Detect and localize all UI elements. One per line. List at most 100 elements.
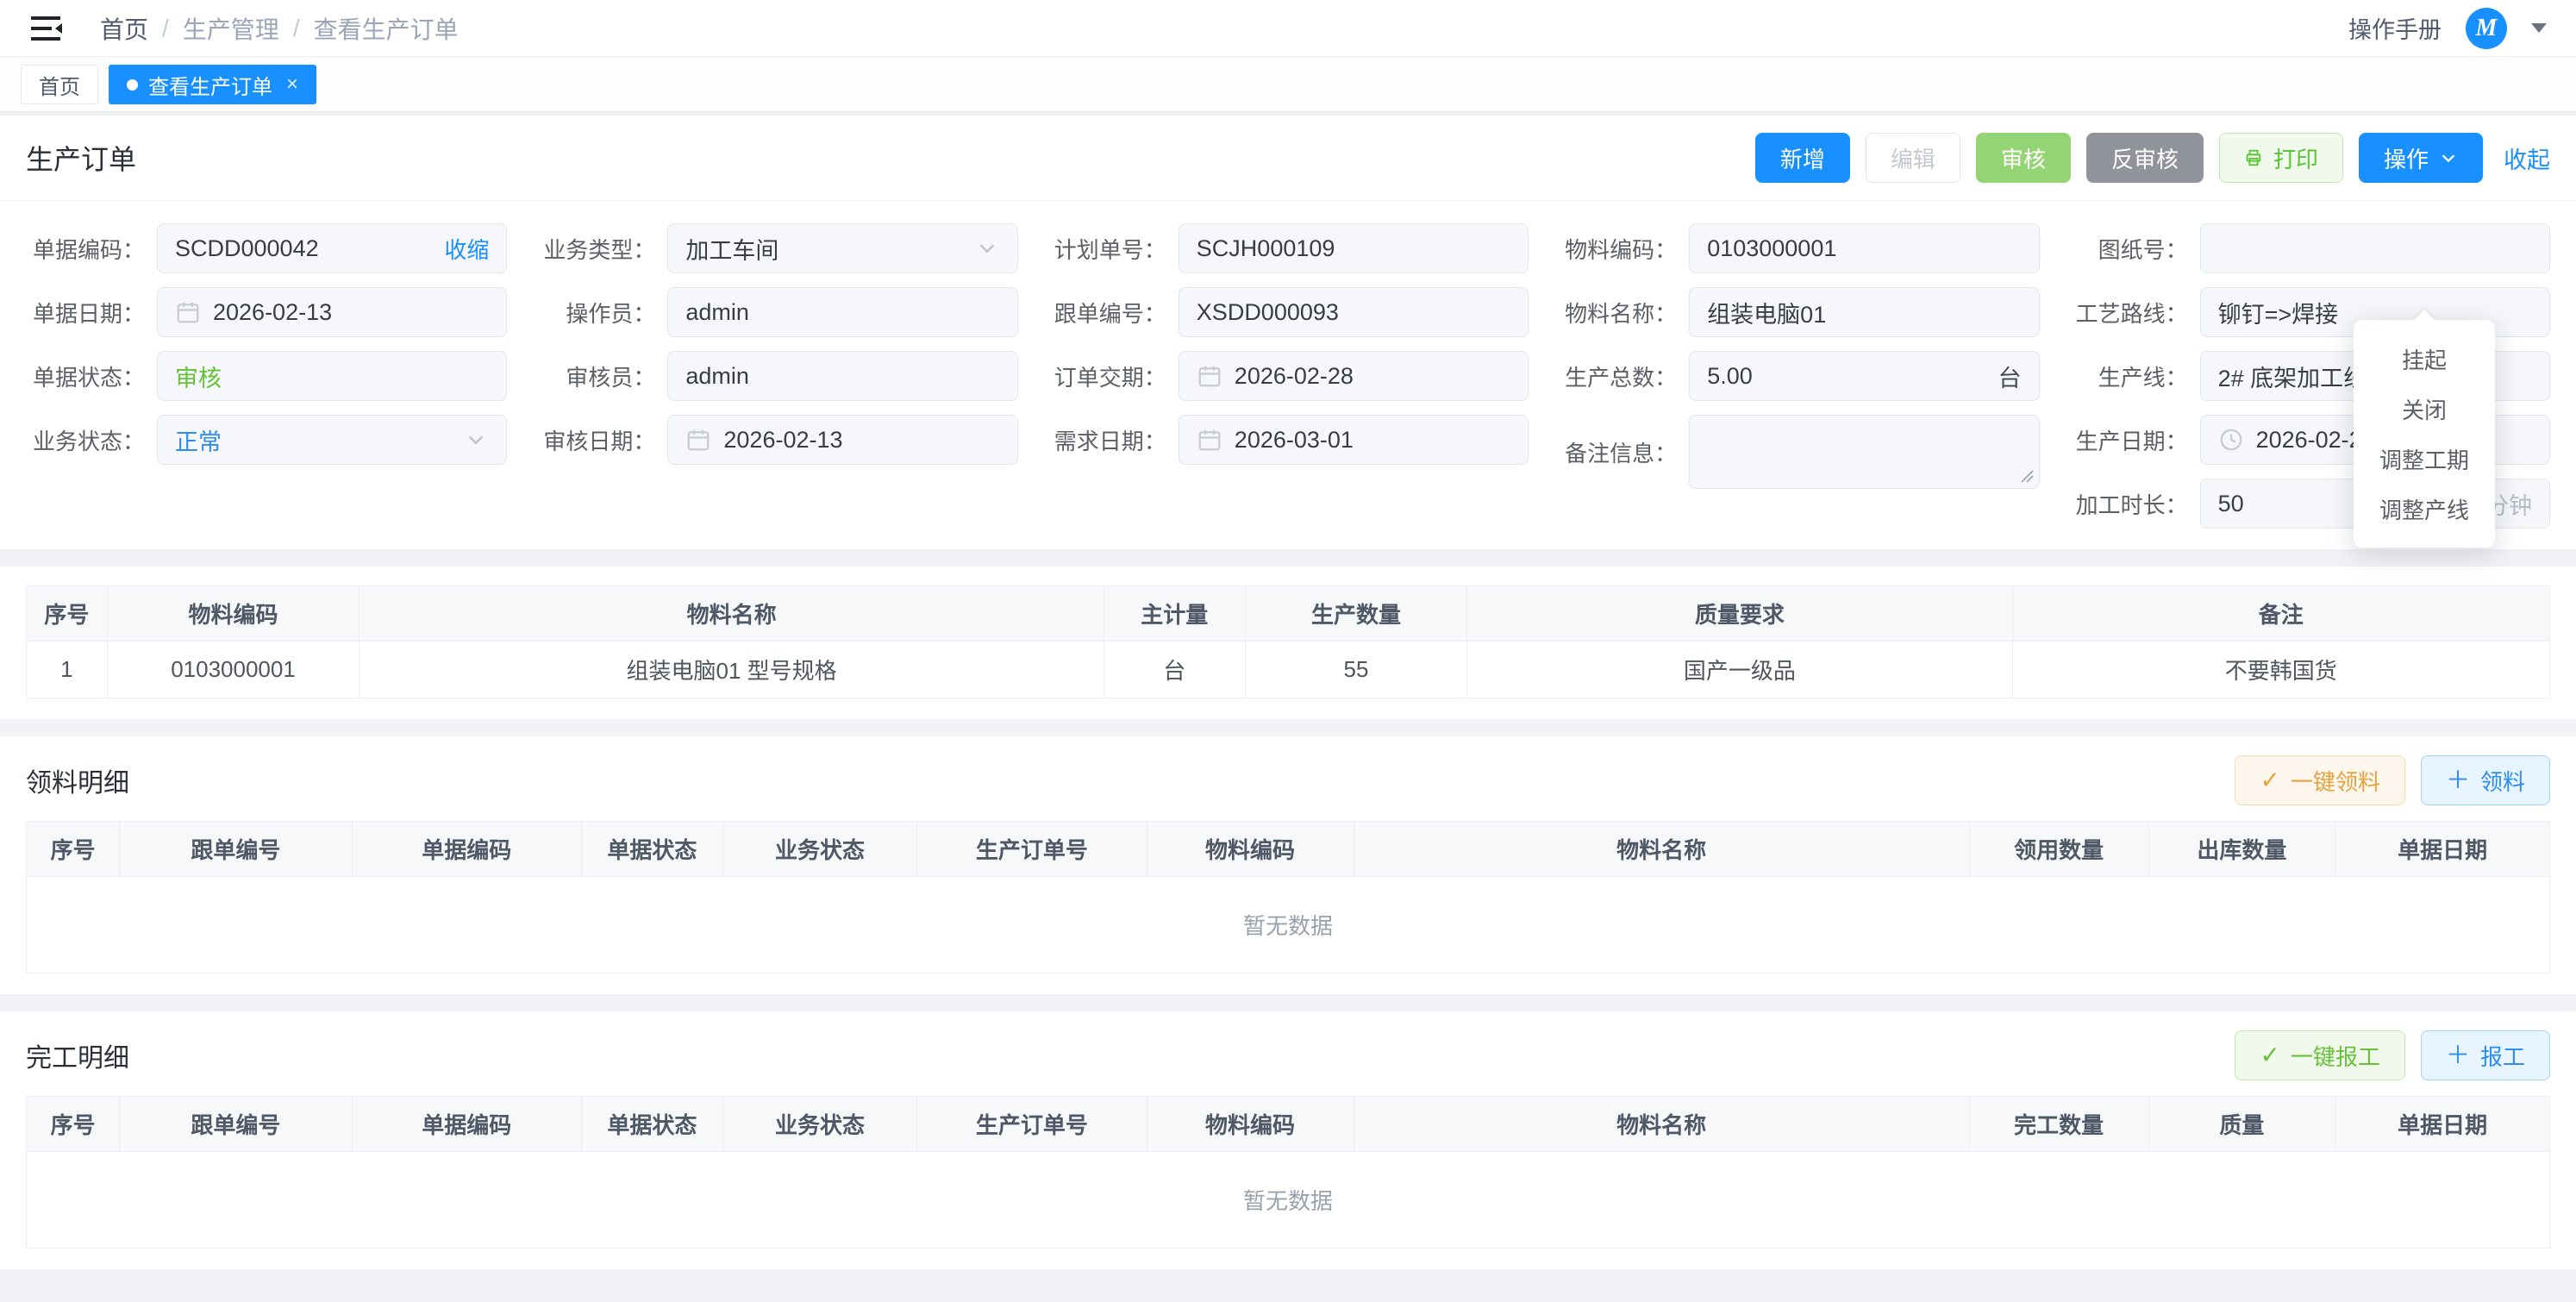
col-mat-code: 物料编码	[1147, 1097, 1354, 1152]
doc-code-field[interactable]: SCDD000042 收缩	[157, 223, 507, 273]
cell-seq: 1	[27, 642, 108, 698]
biz-type-label: 业务类型：	[536, 233, 667, 265]
total-qty-label: 生产总数：	[1558, 360, 1689, 392]
order-form: 单据编码： SCDD000042 收缩 单据日期： 2026-02-13	[0, 201, 2576, 549]
form-col-4: 物料编码： 0103000001 物料名称： 组装电脑01 生产总数： 5.00	[1558, 223, 2039, 542]
doc-status-value: 审核	[175, 360, 489, 393]
report-button[interactable]: ＋ 报工	[2421, 1030, 2550, 1080]
page-title: 生产订单	[26, 138, 136, 178]
total-qty-value: 5.00	[1707, 363, 1985, 390]
col-doc-code: 单据编码	[352, 1097, 581, 1152]
shrink-link[interactable]: 收缩	[444, 233, 489, 265]
cell-qty: 55	[1245, 642, 1467, 698]
check-icon: ✓	[2260, 768, 2279, 792]
col-biz-status: 业务状态	[722, 1097, 916, 1152]
material-title: 领料明细	[26, 761, 129, 799]
col-remark: 备注	[2012, 586, 2549, 642]
biz-status-select[interactable]: 正常	[157, 415, 507, 465]
detail-table-card: 序号 物料编码 物料名称 主计量 生产数量 质量要求 备注 1 01030000…	[0, 566, 2576, 719]
calendar-icon	[175, 299, 201, 325]
total-qty-unit: 台	[1998, 360, 2022, 393]
quick-pick-button[interactable]: ✓ 一键领料	[2235, 755, 2404, 805]
user-caret-icon[interactable]	[2531, 23, 2547, 33]
plan-no-field: SCJH000109	[1179, 223, 1529, 273]
remark-label: 备注信息：	[1558, 436, 1689, 468]
drawing-no-label: 图纸号：	[2069, 233, 2200, 265]
material-empty-row: 暂无数据	[27, 877, 2550, 973]
detail-header-row: 序号 物料编码 物料名称 主计量 生产数量 质量要求 备注	[27, 586, 2550, 642]
col-unit: 主计量	[1104, 586, 1245, 642]
order-due-field[interactable]: 2026-02-28	[1179, 351, 1529, 401]
col-quality: 质量	[2148, 1097, 2335, 1152]
menu-item-suspend[interactable]: 挂起	[2354, 334, 2495, 384]
breadcrumb-separator: /	[293, 15, 300, 42]
menu-item-adjust-schedule[interactable]: 调整工期	[2354, 434, 2495, 484]
collapse-link[interactable]: 收起	[2504, 141, 2550, 175]
audit-button: 审核	[1976, 133, 2071, 183]
col-mat-name: 物料名称	[1354, 1097, 1969, 1152]
mat-code-value: 0103000001	[1707, 235, 2021, 262]
menu-fold-icon[interactable]	[29, 14, 64, 43]
check-icon: ✓	[2260, 1043, 2279, 1067]
mat-name-value: 组装电脑01	[1707, 296, 2021, 329]
menu-item-adjust-line[interactable]: 调整产线	[2354, 484, 2495, 534]
manual-link[interactable]: 操作手册	[2348, 11, 2442, 45]
biz-type-value: 加工车间	[685, 232, 961, 266]
audit-date-field[interactable]: 2026-02-13	[667, 415, 1017, 465]
print-button[interactable]: 打印	[2219, 133, 2343, 183]
calendar-icon	[1197, 427, 1222, 453]
report-label: 报工	[2480, 1040, 2525, 1072]
col-doc-date: 单据日期	[2335, 822, 2550, 877]
pick-button[interactable]: ＋ 领料	[2421, 755, 2550, 805]
tab-close-icon[interactable]: ×	[286, 72, 298, 97]
col-out-qty: 出库数量	[2148, 822, 2335, 877]
doc-status-label: 单据状态：	[26, 360, 157, 392]
remark-textarea[interactable]	[1689, 415, 2039, 489]
resize-grip-icon[interactable]	[2020, 469, 2034, 483]
printer-icon	[2244, 148, 2263, 167]
quick-report-label: 一键报工	[2291, 1040, 2380, 1072]
cell-mat-code: 0103000001	[107, 642, 360, 698]
route-label: 工艺路线：	[2069, 297, 2200, 329]
quick-report-button[interactable]: ✓ 一键报工	[2235, 1030, 2404, 1080]
finish-empty-row: 暂无数据	[27, 1152, 2550, 1249]
cell-remark: 不要韩国货	[2012, 642, 2549, 698]
prod-date-label: 生产日期：	[2069, 424, 2200, 456]
doc-date-field[interactable]: 2026-02-13	[157, 287, 507, 337]
duration-label: 加工时长：	[2069, 488, 2200, 520]
chevron-down-icon	[2439, 148, 2458, 167]
follow-no-value: XSDD000093	[1197, 299, 1510, 326]
unaudit-button[interactable]: 反审核	[2086, 133, 2204, 183]
audit-date-value: 2026-02-13	[723, 427, 999, 454]
tab-active-label: 查看生产订单	[148, 70, 272, 100]
need-date-field[interactable]: 2026-03-01	[1179, 415, 1529, 465]
operations-button[interactable]: 操作	[2359, 133, 2483, 183]
mat-name-label: 物料名称：	[1558, 297, 1689, 329]
material-section: 领料明细 ✓ 一键领料 ＋ 领料	[0, 736, 2576, 994]
quick-pick-label: 一键领料	[2291, 765, 2380, 797]
top-navbar: 首页 / 生产管理 / 查看生产订单 操作手册 M	[0, 0, 2576, 57]
col-mat-code: 物料编码	[107, 586, 360, 642]
cell-unit: 台	[1104, 642, 1245, 698]
col-mat-name: 物料名称	[360, 586, 1104, 642]
doc-code-value: SCDD000042	[175, 235, 432, 262]
col-mat-name: 物料名称	[1354, 822, 1969, 877]
clock-icon	[2218, 427, 2244, 453]
doc-status-field: 审核	[157, 351, 507, 401]
operations-label: 操作	[2384, 142, 2429, 174]
breadcrumb-home[interactable]: 首页	[100, 11, 148, 46]
add-button[interactable]: 新增	[1755, 133, 1850, 183]
col-doc-status: 单据状态	[581, 1097, 722, 1152]
menu-item-close[interactable]: 关闭	[2354, 384, 2495, 434]
form-col-1: 单据编码： SCDD000042 收缩 单据日期： 2026-02-13	[26, 223, 507, 542]
need-date-value: 2026-03-01	[1235, 427, 1510, 454]
doc-date-label: 单据日期：	[26, 297, 157, 329]
tab-home[interactable]: 首页	[21, 65, 98, 104]
breadcrumb-production[interactable]: 生产管理	[183, 11, 279, 46]
detail-row[interactable]: 1 0103000001 组装电脑01 型号规格 台 55 国产一级品 不要韩国…	[27, 642, 2550, 698]
need-date-label: 需求日期：	[1047, 424, 1179, 456]
follow-no-label: 跟单编号：	[1047, 297, 1179, 329]
avatar[interactable]: M	[2466, 8, 2507, 49]
tab-view-production-order[interactable]: 查看生产订单 ×	[109, 65, 316, 104]
biz-type-select[interactable]: 加工车间	[667, 223, 1017, 273]
